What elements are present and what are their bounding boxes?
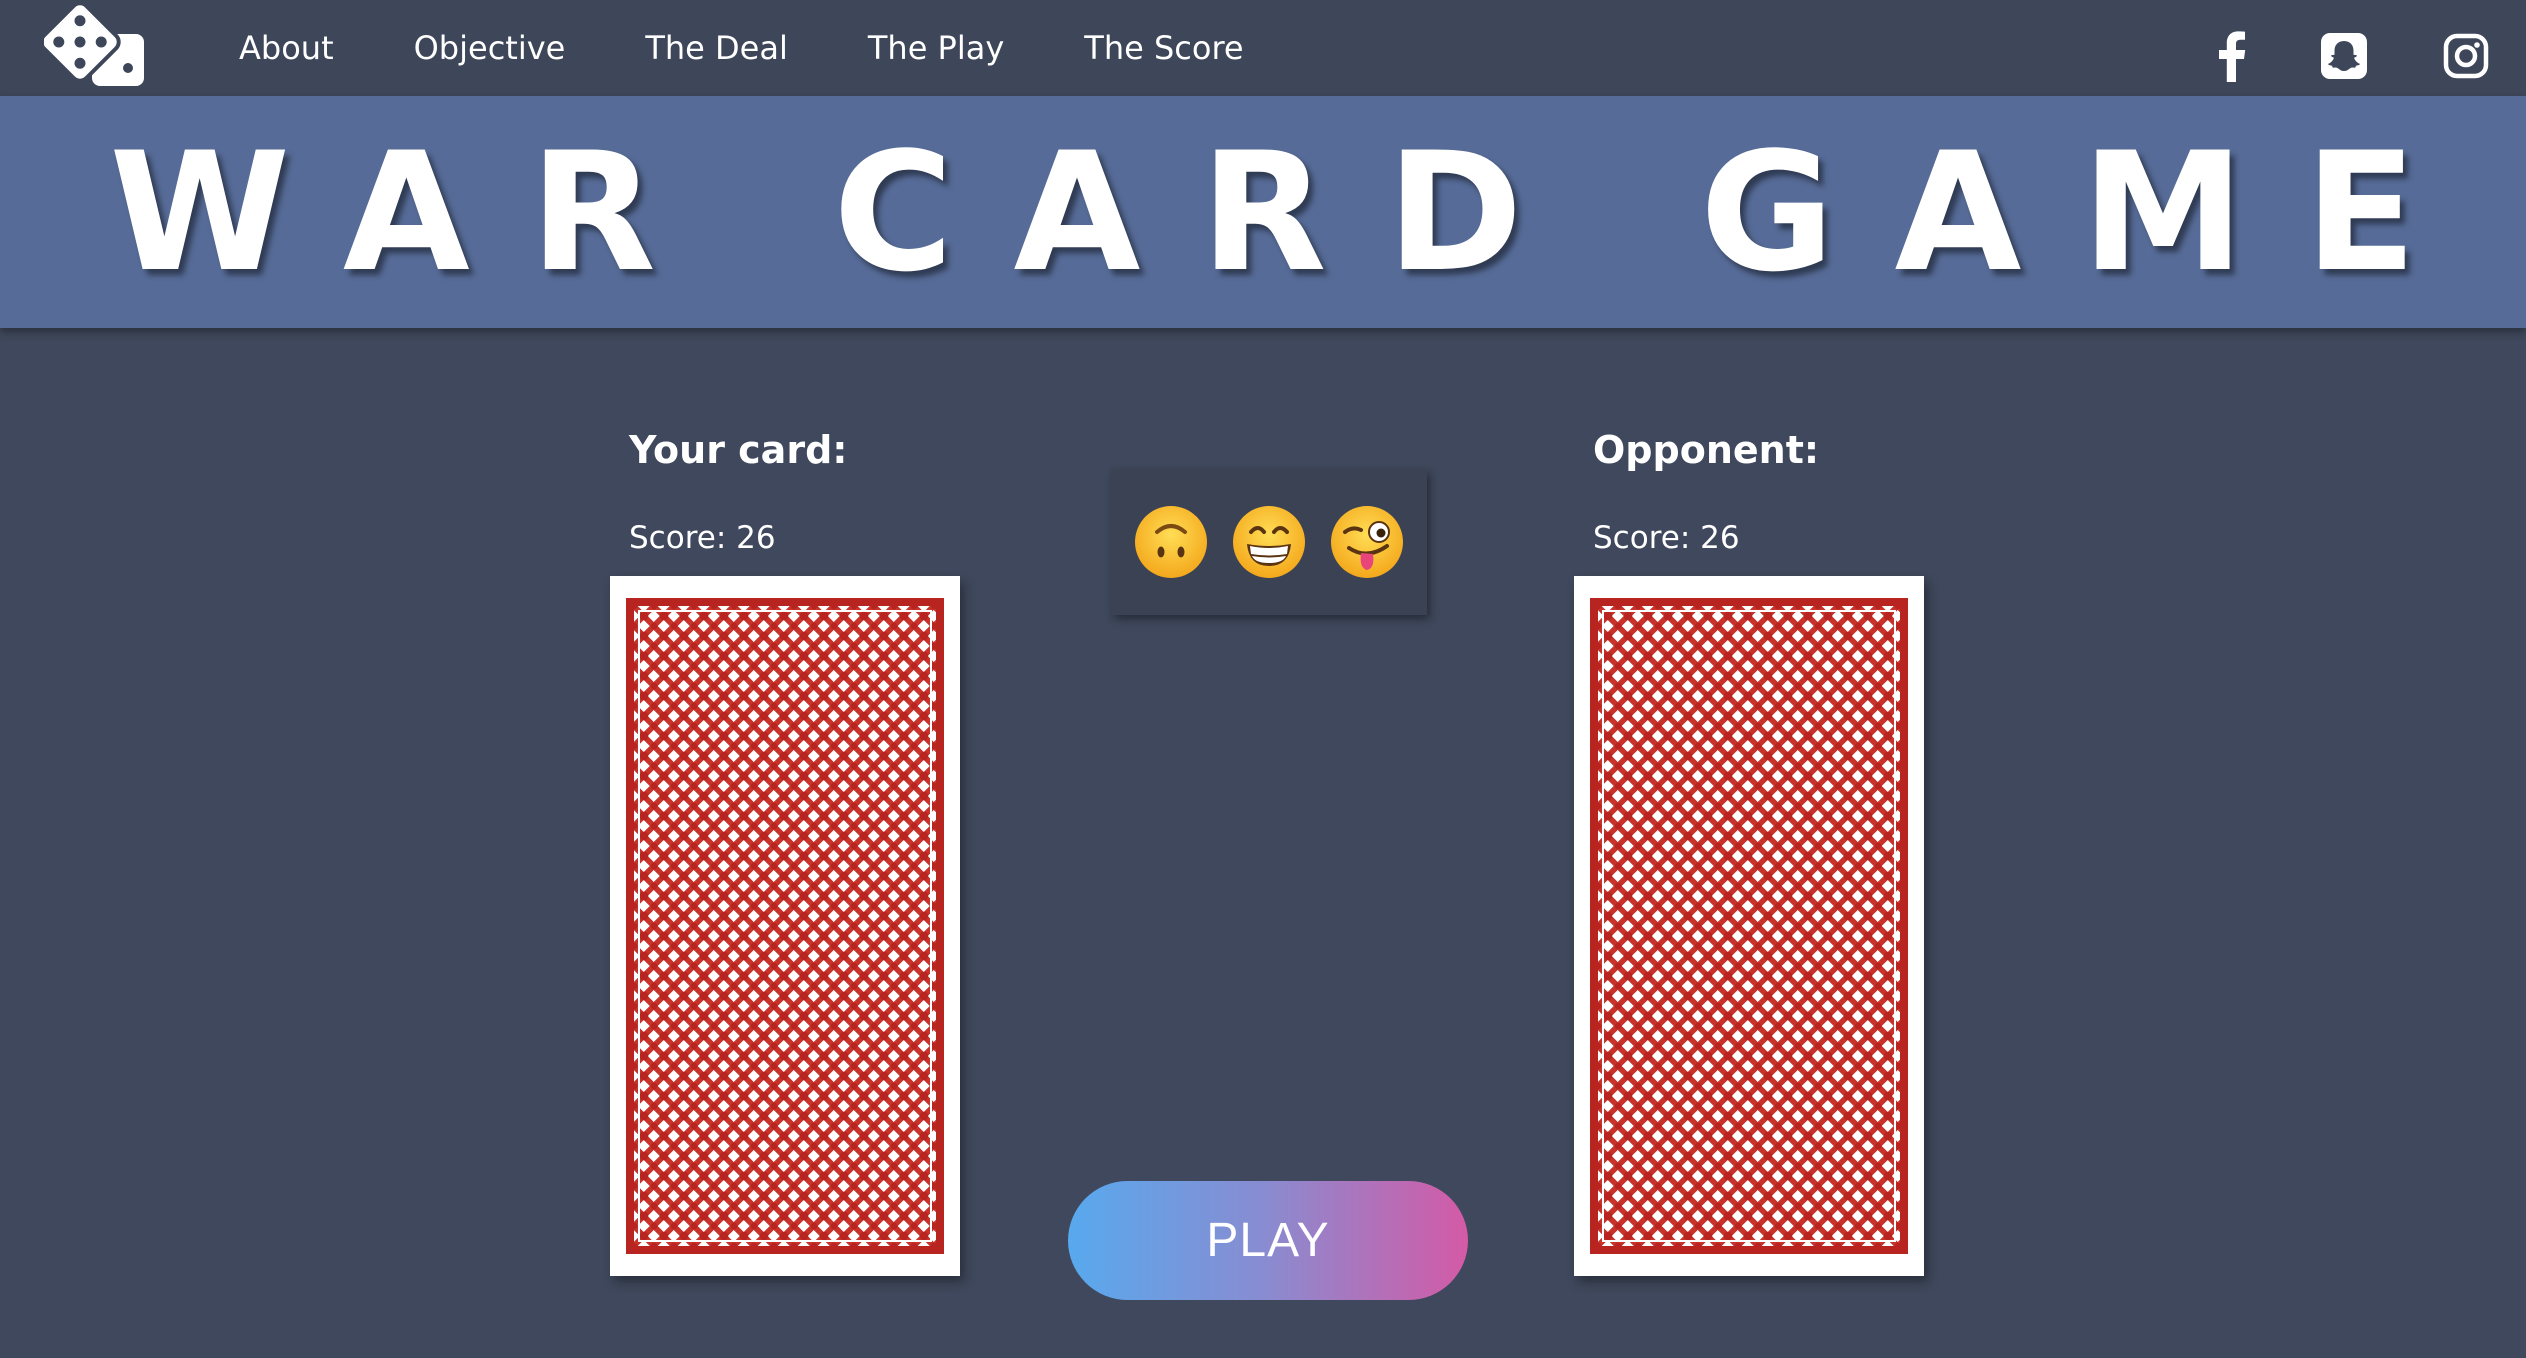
opponent-card-back — [1590, 598, 1908, 1254]
player-card-back — [626, 598, 944, 1254]
dice-icon[interactable] — [39, 1, 154, 92]
emoji-panel — [1111, 469, 1427, 615]
winking-tongue-face-icon[interactable] — [1329, 504, 1405, 580]
nav-link-the-deal[interactable]: The Deal — [645, 29, 788, 67]
nav-links: About Objective The Deal The Play The Sc… — [239, 0, 1244, 96]
top-navbar: About Objective The Deal The Play The Sc… — [0, 0, 2526, 96]
player-card[interactable] — [610, 576, 960, 1276]
nav-link-the-score[interactable]: The Score — [1084, 29, 1243, 67]
instagram-icon[interactable] — [2440, 30, 2492, 82]
nav-link-objective[interactable]: Objective — [414, 29, 566, 67]
play-button[interactable]: PLAY — [1068, 1181, 1468, 1300]
title-banner: WAR CARD GAME — [0, 96, 2526, 328]
nav-link-the-play[interactable]: The Play — [868, 29, 1004, 67]
nav-link-about[interactable]: About — [239, 29, 334, 67]
facebook-icon[interactable] — [2206, 30, 2258, 82]
opponent-score: Score: 26 — [1593, 520, 1740, 556]
player-heading: Your card: — [629, 428, 848, 472]
grinning-face-icon[interactable] — [1231, 504, 1307, 580]
opponent-card[interactable] — [1574, 576, 1924, 1276]
page-title: WAR CARD GAME — [109, 116, 2477, 308]
upside-down-face-icon[interactable] — [1133, 504, 1209, 580]
player-score: Score: 26 — [629, 520, 776, 556]
snapchat-icon[interactable] — [2318, 30, 2370, 82]
opponent-heading: Opponent: — [1593, 428, 1820, 472]
